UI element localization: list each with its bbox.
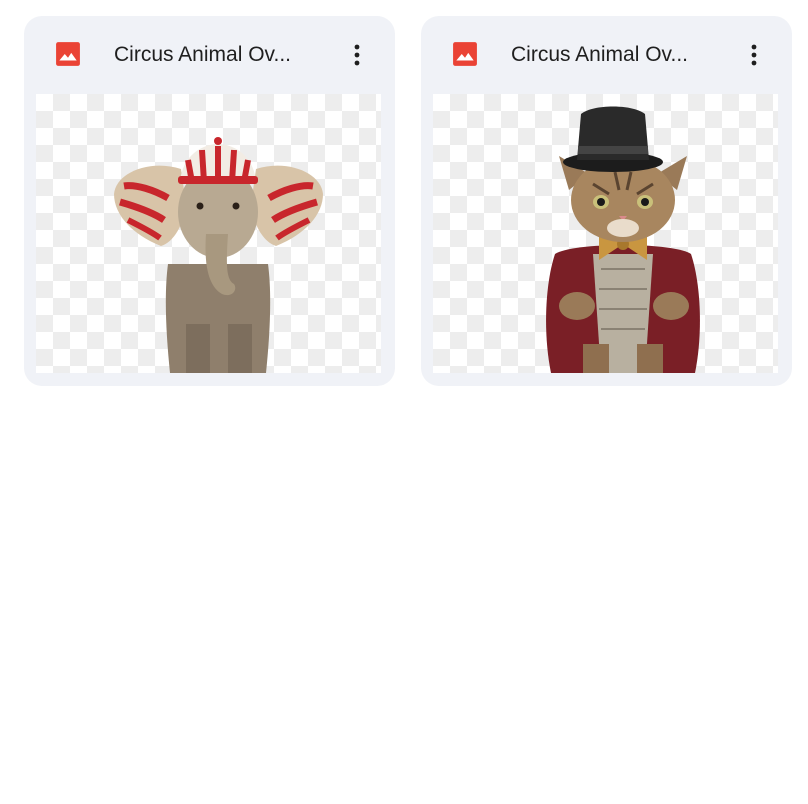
more-vert-icon [354, 44, 360, 66]
file-card[interactable]: Circus Animal Ov... [24, 16, 395, 386]
file-card-header: Circus Animal Ov... [36, 16, 383, 94]
more-options-button[interactable] [337, 35, 377, 75]
file-thumbnail [36, 94, 381, 373]
more-options-button[interactable] [734, 35, 774, 75]
file-title: Circus Animal Ov... [511, 43, 688, 66]
image-icon [56, 42, 80, 66]
file-grid: Circus Animal Ov... Circus Animal Ov... [24, 16, 792, 386]
more-vert-icon [751, 44, 757, 66]
kitten-image [546, 106, 700, 373]
file-card[interactable]: Circus Animal Ov... [421, 16, 792, 386]
elephant-image [114, 137, 323, 373]
file-title: Circus Animal Ov... [114, 43, 291, 66]
image-icon [453, 42, 477, 66]
file-card-header: Circus Animal Ov... [433, 16, 780, 94]
file-thumbnail [433, 94, 778, 373]
